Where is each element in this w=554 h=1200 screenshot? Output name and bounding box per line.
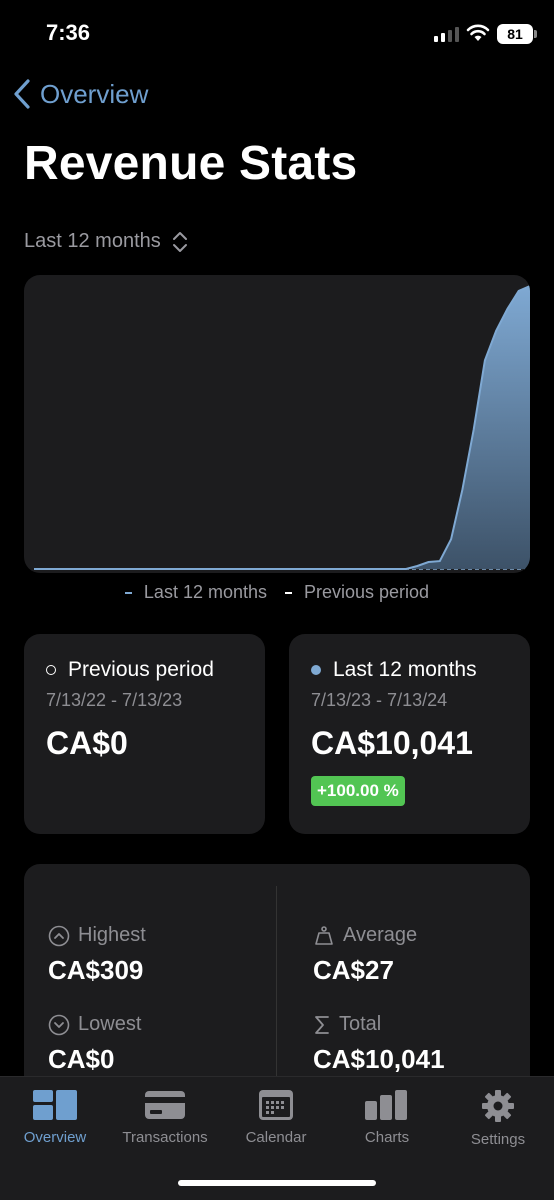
range-picker-label: Last 12 months <box>24 230 161 252</box>
series-current-area <box>34 286 530 569</box>
previous-period-dates: 7/13/22 - 7/13/23 <box>46 690 183 710</box>
current-period-amount: CA$10,041 <box>311 725 473 761</box>
chart-plot <box>34 285 530 570</box>
wifi-icon <box>466 24 490 41</box>
chevron-down-circle-icon <box>48 1014 70 1035</box>
calendar-icon <box>259 1090 293 1120</box>
current-period-dates: 7/13/23 - 7/13/24 <box>311 690 448 710</box>
tab-overview[interactable]: Overview <box>0 1089 110 1146</box>
stat-highest: Highest CA$309 <box>48 924 146 986</box>
gear-icon <box>482 1090 514 1122</box>
legend-item-previous: Previous period <box>285 582 429 603</box>
dashboard-icon <box>33 1090 77 1120</box>
legend-swatch-current <box>124 591 132 594</box>
stat-lowest: Lowest CA$0 <box>48 1013 141 1075</box>
tab-transactions-label: Transactions <box>122 1129 208 1146</box>
stat-total: Total CA$10,041 <box>313 1013 445 1075</box>
current-period-label: Last 12 months <box>333 658 477 681</box>
stat-lowest-label: Lowest <box>78 1013 142 1035</box>
chevron-up-circle-icon <box>48 925 70 946</box>
stat-average-label: Average <box>343 924 418 946</box>
tab-charts[interactable]: Charts <box>332 1089 442 1146</box>
tab-transactions[interactable]: Transactions <box>110 1089 220 1146</box>
previous-period-amount: CA$0 <box>46 725 128 761</box>
legend-label-current: Last 12 months <box>143 582 267 602</box>
stat-average: Average CA$27 <box>313 924 417 986</box>
battery-icon: 81 <box>497 24 537 44</box>
stat-lowest-value: CA$0 <box>48 1044 115 1074</box>
status-bar: 7:36 81 <box>0 0 554 70</box>
previous-period-label: Previous period <box>68 658 214 681</box>
stat-highest-label: Highest <box>78 924 146 946</box>
hollow-dot-icon <box>46 665 56 675</box>
bar-chart-icon <box>365 1090 407 1120</box>
cellular-signal-icon <box>434 26 459 42</box>
range-picker[interactable]: Last 12 months <box>24 230 189 253</box>
filled-dot-icon <box>311 665 321 675</box>
legend-label-previous: Previous period <box>304 582 430 602</box>
tab-overview-label: Overview <box>23 1129 87 1146</box>
sigma-icon <box>315 1015 329 1034</box>
tab-settings[interactable]: Settings <box>443 1089 553 1148</box>
change-badge: +100.00 % <box>311 776 405 806</box>
revenue-chart <box>24 275 530 573</box>
previous-period-card: Previous period 7/13/22 - 7/13/23 CA$0 <box>24 634 265 834</box>
tab-charts-label: Charts <box>364 1129 410 1146</box>
stats-divider <box>276 886 277 1106</box>
back-label: Overview <box>40 78 149 109</box>
stat-total-label: Total <box>339 1013 382 1035</box>
chart-legend: Last 12 months Previous period <box>0 582 554 603</box>
home-indicator <box>178 1180 376 1186</box>
tab-calendar-label: Calendar <box>245 1129 307 1146</box>
stat-average-value: CA$27 <box>313 955 394 985</box>
tab-settings-label: Settings <box>470 1131 526 1148</box>
scale-icon <box>315 925 333 945</box>
stat-highest-value: CA$309 <box>48 955 144 985</box>
back-button[interactable]: Overview <box>12 78 148 110</box>
tab-calendar[interactable]: Calendar <box>221 1089 331 1146</box>
chevron-left-icon <box>14 79 30 109</box>
page-title: Revenue Stats <box>24 137 358 190</box>
credit-card-icon <box>145 1091 185 1119</box>
legend-item-current: Last 12 months <box>124 582 267 603</box>
current-period-card: Last 12 months 7/13/23 - 7/13/24 CA$10,0… <box>289 634 530 834</box>
legend-swatch-previous <box>285 591 292 594</box>
status-time: 7:36 <box>46 20 91 45</box>
chevron-up-down-icon <box>172 231 187 252</box>
stat-total-value: CA$10,041 <box>313 1044 445 1074</box>
